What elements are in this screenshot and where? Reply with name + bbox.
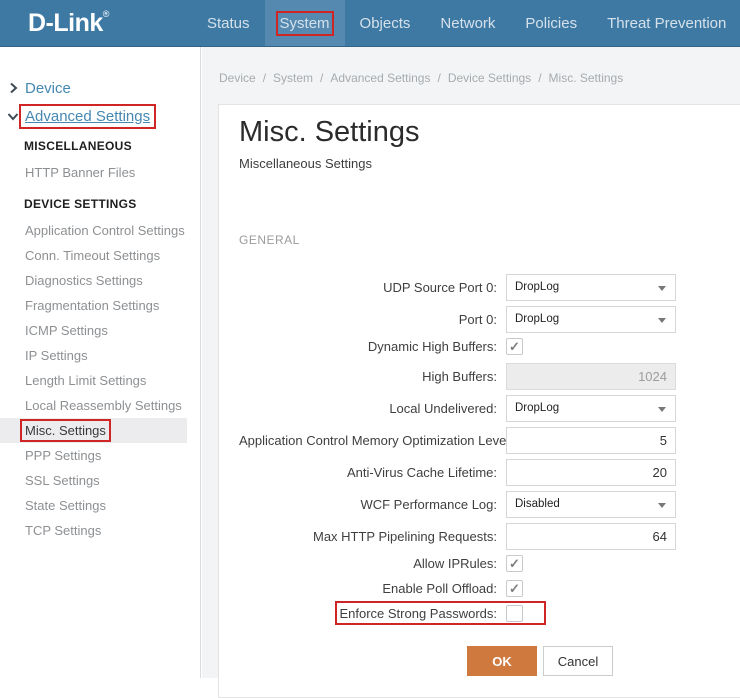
dlink-logo[interactable]: D-Link® xyxy=(28,9,178,38)
breadcrumb-separator: / xyxy=(437,71,440,85)
dynamic-high-buffers-checkbox[interactable] xyxy=(506,338,523,355)
sidebar-item-fragmentation-settings[interactable]: Fragmentation Settings xyxy=(0,293,187,318)
sidebar-group-device-settings: DEVICE SETTINGS xyxy=(24,197,200,211)
cancel-button[interactable]: Cancel xyxy=(543,646,613,676)
form-row: Enable Poll Offload: xyxy=(239,579,721,597)
field-label: Allow IPRules: xyxy=(239,556,506,571)
breadcrumb-device[interactable]: Device xyxy=(219,71,256,85)
annotation-outline: Misc. Settings xyxy=(24,423,107,438)
field-label: UDP Source Port 0: xyxy=(239,280,506,295)
registered-trademark: ® xyxy=(103,9,109,19)
breadcrumb-misc-settings[interactable]: Misc. Settings xyxy=(549,71,624,85)
nav-status[interactable]: Status xyxy=(192,0,265,47)
sidebar-item-misc-settings[interactable]: Misc. Settings xyxy=(0,418,187,443)
form-row: UDP Source Port 0: DropLog xyxy=(239,273,721,301)
dropdown-caret-icon xyxy=(658,318,666,323)
dropdown-caret-icon xyxy=(658,407,666,412)
sidebar-item-local-reassembly-settings[interactable]: Local Reassembly Settings xyxy=(0,393,187,418)
ok-button[interactable]: OK xyxy=(467,646,537,676)
field-label: Port 0: xyxy=(239,312,506,327)
enable-poll-offload-checkbox[interactable] xyxy=(506,580,523,597)
nav-system[interactable]: System xyxy=(265,0,345,47)
sidebar-item-device[interactable]: Device xyxy=(6,77,200,99)
breadcrumb-device-settings[interactable]: Device Settings xyxy=(448,71,531,85)
annotation-outline: System xyxy=(280,15,330,32)
field-label: Application Control Memory Optimization … xyxy=(239,433,506,448)
sidebar: Device Advanced Settings MISCELLANEOUS H… xyxy=(0,47,201,678)
local-undelivered-select[interactable]: DropLog xyxy=(506,395,676,422)
sidebar-item-length-limit-settings[interactable]: Length Limit Settings xyxy=(0,368,187,393)
max-http-pipelining-requests-input[interactable] xyxy=(506,523,676,550)
sidebar-item-diagnostics-settings[interactable]: Diagnostics Settings xyxy=(0,268,187,293)
form-actions: OK Cancel xyxy=(467,646,721,676)
topbar: D-Link® Status System Objects Network Po… xyxy=(0,0,740,47)
page-title: Misc. Settings xyxy=(239,113,721,151)
form-row: Application Control Memory Optimization … xyxy=(239,426,721,454)
application-control-memory-optimization-level-input[interactable] xyxy=(506,427,676,454)
sidebar-item-ssl-settings[interactable]: SSL Settings xyxy=(0,468,187,493)
form-row: Allow IPRules: xyxy=(239,554,721,572)
form-row: WCF Performance Log: Disabled xyxy=(239,490,721,518)
settings-card: Misc. Settings Miscellaneous Settings GE… xyxy=(218,104,740,698)
field-label: Max HTTP Pipelining Requests: xyxy=(239,529,506,544)
breadcrumb-advanced-settings[interactable]: Advanced Settings xyxy=(330,71,430,85)
nav-policies[interactable]: Policies xyxy=(510,0,592,47)
allow-iprules-checkbox[interactable] xyxy=(506,555,523,572)
udp-source-port-0-select[interactable]: DropLog xyxy=(506,274,676,301)
main-nav: Status System Objects Network Policies T… xyxy=(192,0,740,47)
general-section-header: GENERAL xyxy=(239,233,721,247)
nav-objects[interactable]: Objects xyxy=(345,0,426,47)
port-0-select[interactable]: DropLog xyxy=(506,306,676,333)
wcf-performance-log-select[interactable]: Disabled xyxy=(506,491,676,518)
enforce-strong-passwords-checkbox[interactable] xyxy=(506,605,523,622)
sidebar-item-icmp-settings[interactable]: ICMP Settings xyxy=(0,318,187,343)
field-label: Enable Poll Offload: xyxy=(239,581,506,596)
sidebar-item-ip-settings[interactable]: IP Settings xyxy=(0,343,187,368)
chevron-down-icon xyxy=(6,109,20,123)
field-label: Enforce Strong Passwords: xyxy=(239,606,506,621)
misc-settings-form: UDP Source Port 0: DropLog Port 0: DropL… xyxy=(239,273,721,676)
sidebar-item-ppp-settings[interactable]: PPP Settings xyxy=(0,443,187,468)
anti-virus-cache-lifetime-input[interactable] xyxy=(506,459,676,486)
field-label: Dynamic High Buffers: xyxy=(239,339,506,354)
form-row: High Buffers: xyxy=(239,362,721,390)
content: Device / System / Advanced Settings / Device S… xyxy=(202,47,740,678)
sidebar-item-advanced-settings[interactable]: Advanced Settings xyxy=(6,105,200,127)
form-row: Local Undelivered: DropLog xyxy=(239,394,721,422)
breadcrumb-separator: / xyxy=(320,71,323,85)
breadcrumb-separator: / xyxy=(538,71,541,85)
form-row: Port 0: DropLog xyxy=(239,305,721,333)
form-row: Anti-Virus Cache Lifetime: xyxy=(239,458,721,486)
nav-network[interactable]: Network xyxy=(425,0,510,47)
sidebar-item-http-banner-files[interactable]: HTTP Banner Files xyxy=(0,160,187,185)
sidebar-item-conn-timeout-settings[interactable]: Conn. Timeout Settings xyxy=(0,243,187,268)
nav-threat-prevention[interactable]: Threat Prevention xyxy=(592,0,740,47)
high-buffers-input xyxy=(506,363,676,390)
dropdown-caret-icon xyxy=(658,286,666,291)
sidebar-item-tcp-settings[interactable]: TCP Settings xyxy=(0,518,187,543)
breadcrumb-system[interactable]: System xyxy=(273,71,313,85)
form-row: Max HTTP Pipelining Requests: xyxy=(239,522,721,550)
sidebar-group-miscellaneous: MISCELLANEOUS xyxy=(24,139,200,153)
sidebar-item-application-control-settings[interactable]: Application Control Settings xyxy=(0,218,187,243)
chevron-right-icon xyxy=(6,81,20,95)
breadcrumb-separator: / xyxy=(263,71,266,85)
sidebar-item-state-settings[interactable]: State Settings xyxy=(0,493,187,518)
form-row: Enforce Strong Passwords: xyxy=(239,604,721,622)
page-subtitle: Miscellaneous Settings xyxy=(239,156,721,171)
field-label: Anti-Virus Cache Lifetime: xyxy=(239,465,506,480)
field-label: Local Undelivered: xyxy=(239,401,506,416)
breadcrumb: Device / System / Advanced Settings / Device S… xyxy=(202,47,740,85)
field-label: High Buffers: xyxy=(239,369,506,384)
form-row: Dynamic High Buffers: xyxy=(239,337,721,355)
dropdown-caret-icon xyxy=(658,503,666,508)
field-label: WCF Performance Log: xyxy=(239,497,506,512)
annotation-outline: Advanced Settings xyxy=(23,108,152,125)
